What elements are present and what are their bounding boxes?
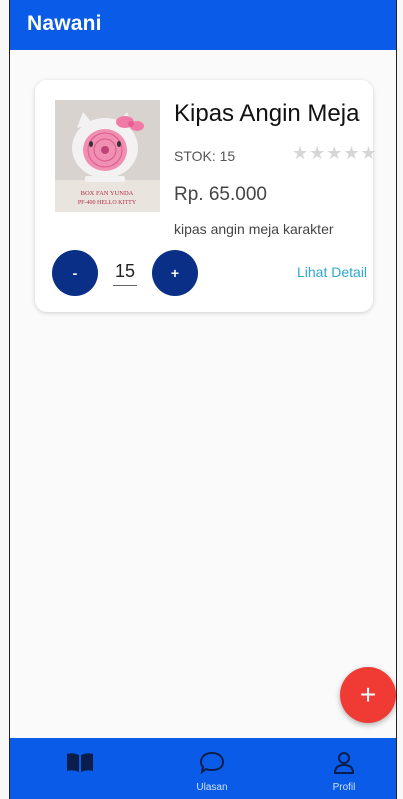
image-text-line2: PF-400 HELLO KITTY xyxy=(78,200,137,206)
nav-label-katalog: Katalog xyxy=(63,782,97,793)
quantity-value[interactable]: 15 xyxy=(113,261,137,286)
decrease-quantity-button[interactable]: - xyxy=(52,250,98,296)
nav-item-katalog[interactable]: Katalog xyxy=(30,738,130,799)
bottom-navigation: Katalog Ulasan Profil xyxy=(10,738,396,799)
rating-stars: ★★★★★ xyxy=(292,143,378,163)
increase-quantity-button[interactable]: + xyxy=(152,250,198,296)
product-price: Rp. 65.000 xyxy=(174,184,267,205)
app-frame: Nawani BOX FAN YUNDA PF-400 HELLO KITTY … xyxy=(9,0,397,799)
app-bar: Nawani xyxy=(10,0,396,50)
book-icon xyxy=(66,751,94,778)
stock-label: STOK: 15 xyxy=(174,148,236,164)
chat-bubble-icon xyxy=(199,751,225,780)
user-icon xyxy=(333,751,355,780)
image-text-line1: BOX FAN YUNDA xyxy=(81,190,134,197)
product-card[interactable]: BOX FAN YUNDA PF-400 HELLO KITTY Kipas A… xyxy=(35,80,377,312)
product-image: BOX FAN YUNDA PF-400 HELLO KITTY xyxy=(55,100,160,212)
nav-label-ulasan: Ulasan xyxy=(196,782,228,793)
nav-item-profil[interactable]: Profil xyxy=(294,738,394,799)
app-title: Nawani xyxy=(27,12,102,35)
nav-item-ulasan[interactable]: Ulasan xyxy=(162,738,262,799)
product-name: Kipas Angin Meja xyxy=(174,100,360,127)
fan-illustration: BOX FAN YUNDA PF-400 HELLO KITTY xyxy=(55,100,160,212)
nav-label-profil: Profil xyxy=(332,782,356,793)
product-description: kipas angin meja karakter xyxy=(174,221,334,237)
view-detail-link[interactable]: Lihat Detail xyxy=(297,264,367,280)
add-fab-button[interactable]: + xyxy=(340,667,396,723)
